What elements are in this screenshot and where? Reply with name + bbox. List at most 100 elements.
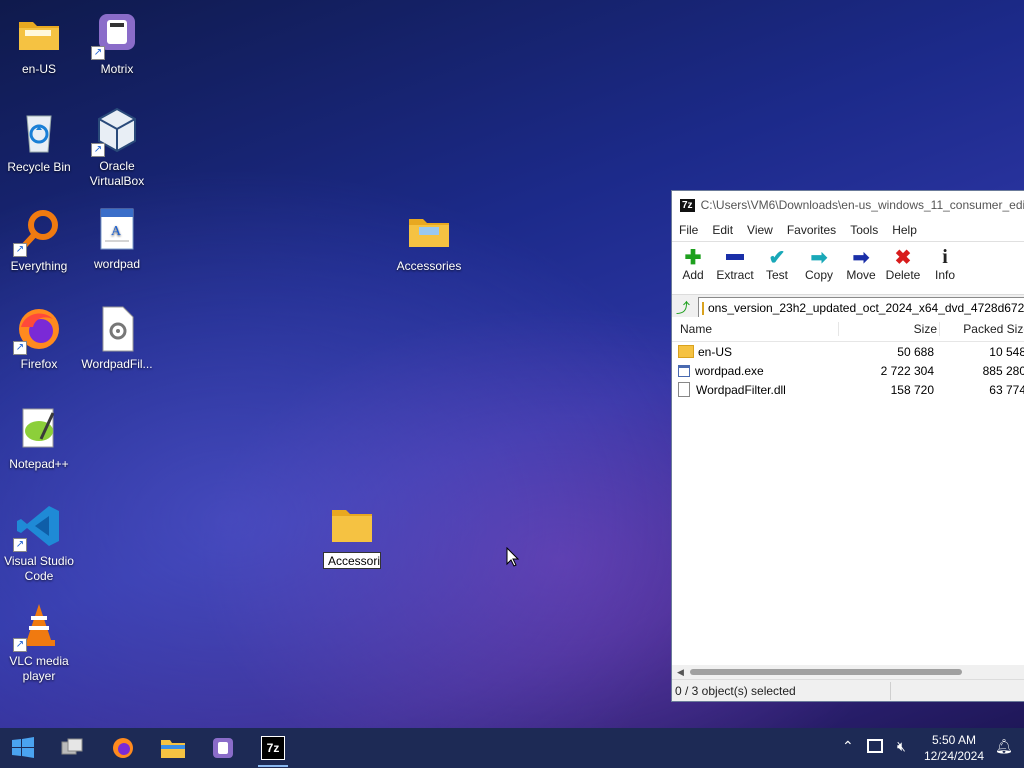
windows-logo-icon (12, 737, 34, 758)
start-button[interactable] (11, 736, 35, 760)
taskbar-firefox[interactable] (111, 736, 135, 760)
desktop-icon-label: en-US (21, 62, 56, 76)
clock[interactable]: 5:50 AM 12/24/2024 (918, 732, 990, 764)
up-folder-icon[interactable]: ⤴ (676, 298, 690, 318)
firefox-icon (113, 738, 133, 758)
mouse-cursor-icon (506, 546, 520, 570)
copy-arrow-icon: ➡ (810, 246, 828, 269)
column-name-header[interactable]: Name (672, 322, 838, 336)
add-label: Add (682, 268, 704, 282)
folder-icon (678, 345, 694, 358)
desktop-icon-accessories[interactable]: Accessories (390, 207, 468, 274)
rename-input-text: Accessori (328, 554, 381, 568)
delete-label: Delete (885, 268, 921, 282)
item-name: en-US (698, 344, 733, 359)
desktop-icon-recycle-bin[interactable]: Recycle Bin (0, 108, 78, 175)
item-name: WordpadFilter.dll (696, 382, 786, 397)
taskbar-motrix[interactable] (211, 736, 235, 760)
delete-button[interactable]: ✖ Delete (882, 246, 924, 283)
shortcut-arrow-icon: ↗ (13, 243, 27, 257)
desktop-icon-wordpadfilter[interactable]: WordpadFil... (78, 305, 156, 372)
checkmark-icon: ✔ (768, 246, 786, 269)
menu-edit[interactable]: Edit (705, 223, 740, 237)
test-button[interactable]: ✔ Test (756, 246, 798, 283)
new-folder-item[interactable]: Accessori (322, 506, 382, 569)
firefox-icon: ↗ (13, 305, 63, 355)
scroll-left-arrow-icon[interactable]: ◀ (677, 667, 684, 678)
network-icon[interactable] (867, 739, 883, 753)
scrollbar-thumb[interactable] (690, 669, 962, 675)
folder-icon (328, 506, 376, 546)
item-size: 158 720 (890, 382, 934, 397)
virtualbox-icon: ↗ (91, 107, 141, 157)
toolbar: ✚ Add Extract ✔ Test ➡ Copy ➡ Move ✖ Del… (672, 242, 1024, 295)
menu-favorites[interactable]: Favorites (780, 223, 843, 237)
vscode-icon: ↗ (13, 502, 63, 552)
window-title: C:\Users\VM6\Downloads\en-us_windows_11_… (700, 198, 1024, 212)
info-icon: i (942, 245, 948, 268)
menu-file[interactable]: File (672, 223, 705, 237)
motrix-icon: ↗ (91, 10, 141, 60)
settings-file-icon (93, 305, 141, 353)
shortcut-arrow-icon: ↗ (13, 638, 27, 652)
menu-view[interactable]: View (740, 223, 780, 237)
clock-date: 12/24/2024 (923, 749, 985, 763)
taskbar-file-explorer[interactable] (160, 736, 185, 760)
desktop-icon-notepad-plus-plus[interactable]: Notepad++ (0, 405, 78, 472)
list-item[interactable]: WordpadFilter.dll 158 720 63 774 (672, 380, 1024, 399)
desktop-icon-label: wordpad (93, 257, 141, 271)
magnifier-icon: ↗ (13, 207, 63, 257)
desktop-icon-everything[interactable]: ↗ Everything (0, 207, 78, 274)
column-size-header[interactable]: Size (838, 322, 939, 336)
desktop-icon-firefox[interactable]: ↗ Firefox (0, 305, 78, 372)
desktop-icon-vscode[interactable]: ↗ Visual Studio Code (0, 502, 78, 584)
volume-muted-icon[interactable]: 🔇︎ (897, 738, 906, 755)
desktop-icon-label: Accessories (396, 259, 462, 273)
extract-button[interactable]: Extract (714, 246, 756, 282)
task-view-button[interactable] (60, 736, 84, 760)
status-divider (890, 682, 891, 700)
desktop-icon-label: VLC media player (9, 654, 69, 683)
info-button[interactable]: i Info (924, 245, 966, 283)
window-titlebar[interactable]: 7z C:\Users\VM6\Downloads\en-us_windows_… (672, 191, 1024, 219)
desktop-icon-motrix[interactable]: ↗ Motrix (78, 10, 156, 77)
menu-tools[interactable]: Tools (843, 223, 885, 237)
text-caret (380, 556, 381, 568)
desktop-icon-oracle-virtualbox[interactable]: ↗ Oracle VirtualBox (78, 107, 156, 189)
move-arrow-icon: ➡ (852, 246, 870, 269)
file-explorer-icon (161, 740, 185, 758)
task-view-icon (61, 738, 83, 755)
desktop-icon-vlc[interactable]: ↗ VLC media player (0, 602, 78, 684)
column-packed-size-header[interactable]: Packed Size (939, 322, 1024, 336)
file-list[interactable]: Name Size Packed Size en-US 50 688 10 54… (672, 317, 1024, 679)
recycle-bin-icon (15, 108, 63, 156)
horizontal-scrollbar[interactable]: ◀ (672, 665, 1024, 679)
shortcut-arrow-icon: ↗ (13, 538, 27, 552)
move-button[interactable]: ➡ Move (840, 246, 882, 283)
list-item[interactable]: wordpad.exe 2 722 304 885 280 (672, 361, 1024, 380)
add-button[interactable]: ✚ Add (672, 246, 714, 283)
move-label: Move (846, 268, 876, 282)
rename-input[interactable]: Accessori (323, 552, 381, 569)
notifications-bell-icon[interactable]: 🔔︎ (995, 738, 1013, 755)
folder-icon (702, 301, 704, 315)
7zip-icon: 7z (266, 741, 280, 755)
wordpad-icon: A (93, 205, 141, 253)
copy-button[interactable]: ➡ Copy (798, 246, 840, 283)
extract-label: Extract (716, 268, 754, 282)
7zip-window[interactable]: 7z C:\Users\VM6\Downloads\en-us_windows_… (671, 190, 1024, 702)
list-header: Name Size Packed Size (672, 317, 1024, 342)
7zip-logo-icon: 7z (680, 198, 695, 212)
taskbar-7zip[interactable]: 7z (261, 736, 285, 760)
desktop-icon-label: WordpadFil... (81, 357, 153, 371)
show-hidden-icons-chevron-icon[interactable]: ⌃ (842, 738, 854, 755)
desktop-icon-label: Firefox (20, 357, 58, 371)
desktop-icon-wordpad[interactable]: A wordpad (78, 205, 156, 272)
dll-icon (678, 382, 690, 397)
desktop-icon-en-us[interactable]: en-US (0, 10, 78, 77)
list-item[interactable]: en-US 50 688 10 548 (672, 342, 1024, 361)
menu-help[interactable]: Help (885, 223, 924, 237)
item-packed-size: 10 548 (989, 344, 1024, 359)
address-field[interactable]: ons_version_23h2_updated_oct_2024_x64_dv… (698, 297, 1024, 319)
desktop-icon-label: Recycle Bin (7, 160, 71, 174)
